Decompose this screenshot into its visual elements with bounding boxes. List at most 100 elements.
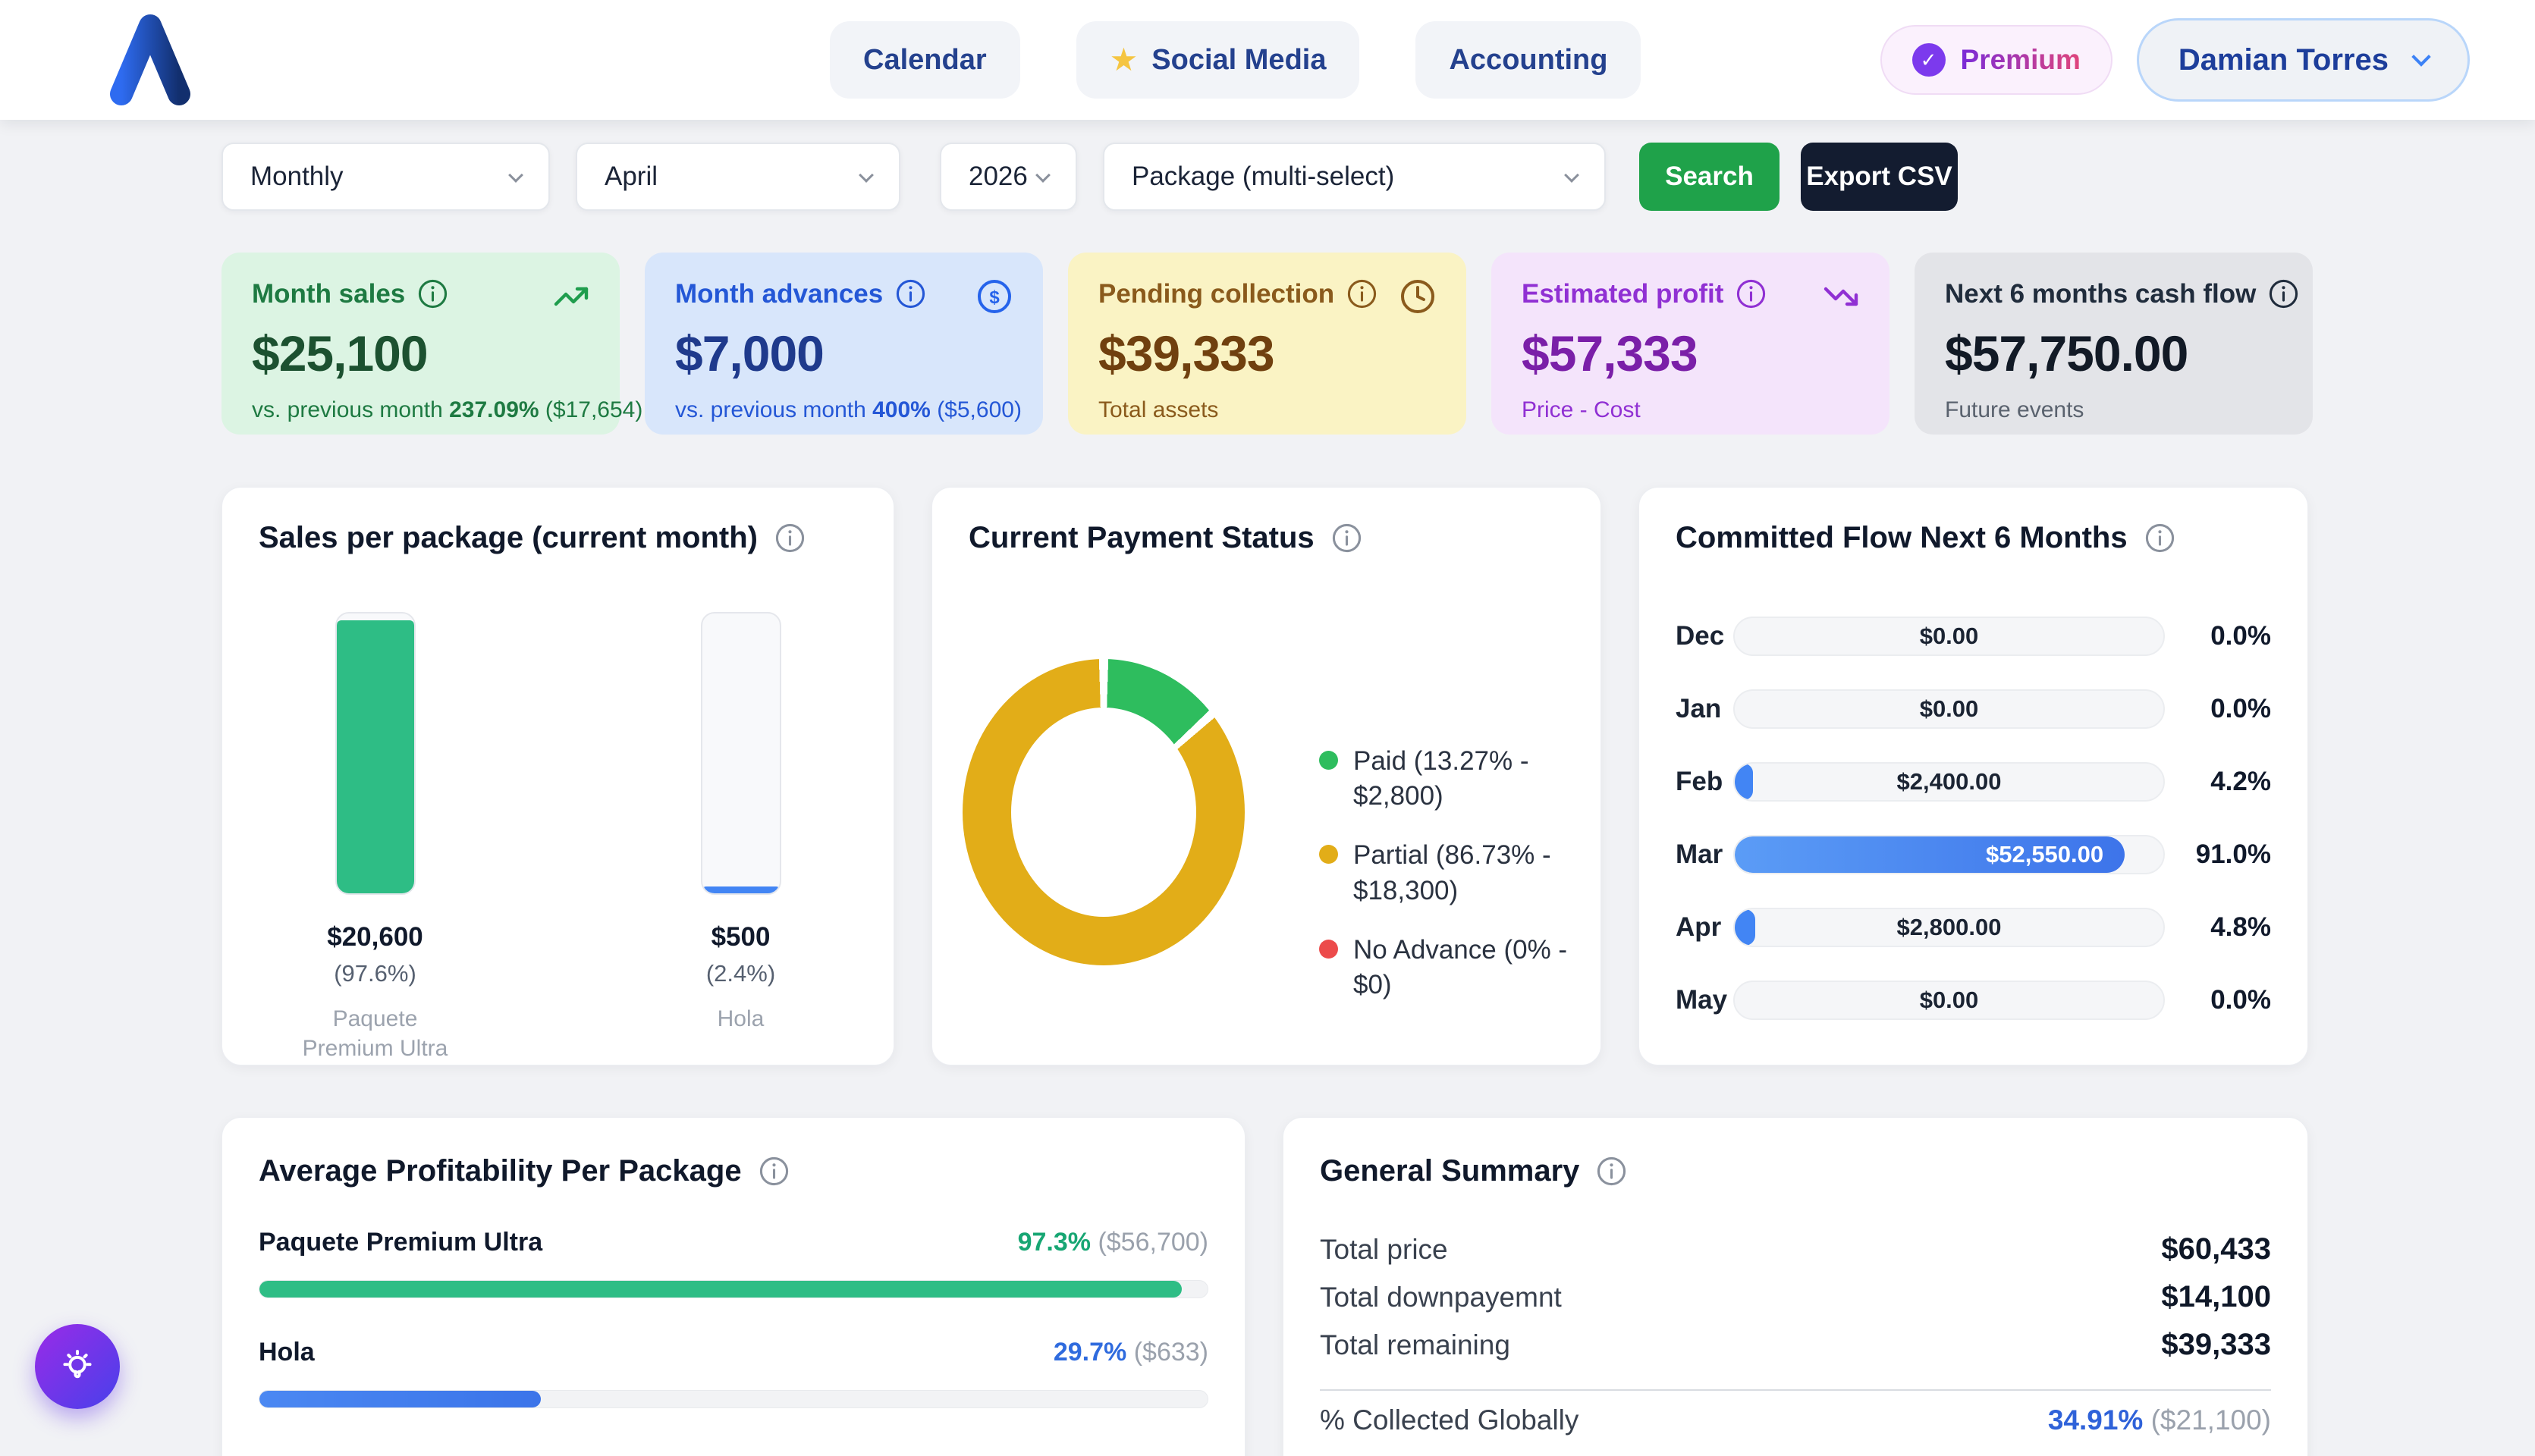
info-icon[interactable]	[2268, 278, 2299, 309]
summary-row: Total downpayemnt $14,100	[1320, 1280, 2271, 1314]
panel-title-row: Average Profitability Per Package	[259, 1154, 1208, 1188]
flow-track: $0.00	[1733, 617, 2165, 656]
dashboard-page: Calendar ★ Social Media Accounting ✓ Pre…	[0, 0, 2535, 1456]
flow-row-dec: Dec $0.00 0.0%	[1676, 600, 2271, 673]
summary-collected-row: % Collected Globally 34.91% ($21,100)	[1320, 1404, 2271, 1436]
kpi-title-row: Month sales	[252, 278, 589, 309]
legend-item-paid: Paid (13.27% - $2,800)	[1319, 744, 1573, 814]
bar-column: $500 (2.4%) Hola	[650, 612, 832, 1063]
flow-month: Apr	[1676, 912, 1733, 943]
month-value: April	[605, 162, 658, 192]
profitability-bar-fill	[259, 1281, 1182, 1298]
flow-value: $0.00	[1735, 618, 2163, 654]
chevron-down-icon	[2411, 47, 2430, 66]
info-icon[interactable]	[2144, 522, 2175, 554]
panel-title: Committed Flow Next 6 Months	[1676, 521, 2128, 555]
kpi-subtitle: Future events	[1945, 397, 2282, 423]
panel-title-row: General Summary	[1320, 1154, 2271, 1188]
legend-label: No Advance (0% - $0)	[1353, 933, 1573, 1003]
flow-value: $2,400.00	[1735, 764, 2163, 800]
flow-percent: 91.0%	[2191, 839, 2271, 870]
kpi-cards: Month sales $25,100 vs. previous month 2…	[221, 253, 2313, 435]
app-logo[interactable]	[108, 12, 193, 111]
committed-flow-panel: Committed Flow Next 6 Months Dec $0.00 0…	[1638, 487, 2308, 1065]
info-icon[interactable]	[1331, 522, 1362, 554]
package-multiselect[interactable]: Package (multi-select)	[1103, 143, 1606, 211]
tab-social-media[interactable]: ★ Social Media	[1076, 21, 1360, 99]
donut-legend: Paid (13.27% - $2,800) Partial (86.73% -…	[1319, 744, 1573, 1003]
collected-percent: 34.91%	[2048, 1404, 2144, 1436]
month-select[interactable]: April	[576, 143, 900, 211]
summary-label: Total price	[1320, 1234, 1448, 1266]
chevron-down-icon	[859, 168, 874, 183]
package-values: 29.7% ($633)	[1054, 1338, 1208, 1367]
summary-label: Total downpayemnt	[1320, 1282, 1562, 1313]
tab-accounting[interactable]: Accounting	[1415, 21, 1641, 99]
flow-month: Mar	[1676, 839, 1733, 870]
user-menu[interactable]: Damian Torres	[2137, 18, 2470, 102]
kpi-subtitle: Total assets	[1098, 397, 1436, 423]
legend-item-no-advance: No Advance (0% - $0)	[1319, 933, 1573, 1003]
info-icon[interactable]	[1346, 278, 1377, 309]
nav-right-group: ✓ Premium Damian Torres	[1880, 0, 2470, 120]
dollar-circle-icon: $	[976, 278, 1013, 315]
frequency-select[interactable]: Monthly	[221, 143, 550, 211]
summary-value: $14,100	[2161, 1280, 2271, 1314]
kpi-month-sales: Month sales $25,100 vs. previous month 2…	[221, 253, 620, 435]
flow-value: $0.00	[1735, 982, 2163, 1018]
package-name: Paquete Premium Ultra	[259, 1228, 542, 1257]
bar-percent: (97.6%)	[334, 960, 416, 987]
donut-hole	[1011, 708, 1196, 917]
profitability-bar-fill	[259, 1391, 541, 1407]
premium-label: Premium	[1961, 44, 2081, 76]
flow-row-feb: Feb $2,400.00 4.2%	[1676, 745, 2271, 818]
flow-month: Jan	[1676, 694, 1733, 724]
flow-percent: 0.0%	[2191, 985, 2271, 1015]
search-button[interactable]: Search	[1639, 143, 1780, 211]
info-icon[interactable]	[1596, 1156, 1627, 1187]
tab-label: Accounting	[1449, 44, 1607, 77]
flow-percent: 0.0%	[2191, 621, 2271, 651]
lambda-logo-icon	[108, 12, 193, 108]
flow-track: $52,550.00	[1733, 835, 2165, 874]
info-icon[interactable]	[1736, 278, 1767, 309]
tab-calendar[interactable]: Calendar	[830, 21, 1020, 99]
year-value: 2026	[969, 162, 1028, 192]
info-icon[interactable]	[759, 1156, 790, 1187]
export-csv-button[interactable]: Export CSV	[1801, 143, 1958, 211]
collected-amount: ($21,100)	[2143, 1404, 2271, 1436]
flow-track: $0.00	[1733, 689, 2165, 729]
panel-title-row: Current Payment Status	[969, 521, 1564, 555]
info-icon[interactable]	[895, 278, 926, 309]
tips-fab-button[interactable]	[35, 1324, 120, 1409]
bar-value: $20,600	[327, 922, 423, 952]
package-placeholder: Package (multi-select)	[1132, 162, 1394, 192]
payment-status-panel: Current Payment Status Paid (13.27% - $2…	[931, 487, 1601, 1065]
flow-row-mar: Mar $52,550.00 91.0%	[1676, 818, 2271, 891]
summary-row: Total price $60,433	[1320, 1232, 2271, 1266]
kpi-title: Month advances	[675, 279, 883, 309]
year-select[interactable]: 2026	[940, 143, 1077, 211]
star-icon: ★	[1110, 44, 1139, 76]
info-icon[interactable]	[417, 278, 448, 309]
summary-value: $39,333	[2161, 1328, 2271, 1362]
legend-label: Paid (13.27% - $2,800)	[1353, 744, 1573, 814]
kpi-title: Estimated profit	[1522, 279, 1723, 309]
bar-fill	[702, 886, 780, 893]
flow-track: $2,800.00	[1733, 908, 2165, 947]
bar-fill	[337, 620, 414, 893]
flow-track: $2,400.00	[1733, 762, 2165, 802]
flow-month: Feb	[1676, 767, 1733, 797]
flow-value: $52,550.00	[1986, 841, 2125, 868]
package-percent: 29.7%	[1054, 1338, 1126, 1367]
kpi-title-row: Next 6 months cash flow	[1945, 278, 2282, 309]
premium-badge[interactable]: ✓ Premium	[1880, 25, 2112, 95]
clock-icon	[1399, 278, 1436, 315]
kpi-title-row: Pending collection	[1098, 278, 1436, 309]
info-icon[interactable]	[774, 522, 806, 554]
user-name: Damian Torres	[2178, 43, 2389, 77]
legend-dot	[1319, 751, 1338, 770]
flow-month: Dec	[1676, 621, 1733, 651]
summary-row: Total remaining $39,333	[1320, 1328, 2271, 1362]
filter-bar: Monthly April 2026 Package (multi-select…	[221, 143, 1958, 211]
